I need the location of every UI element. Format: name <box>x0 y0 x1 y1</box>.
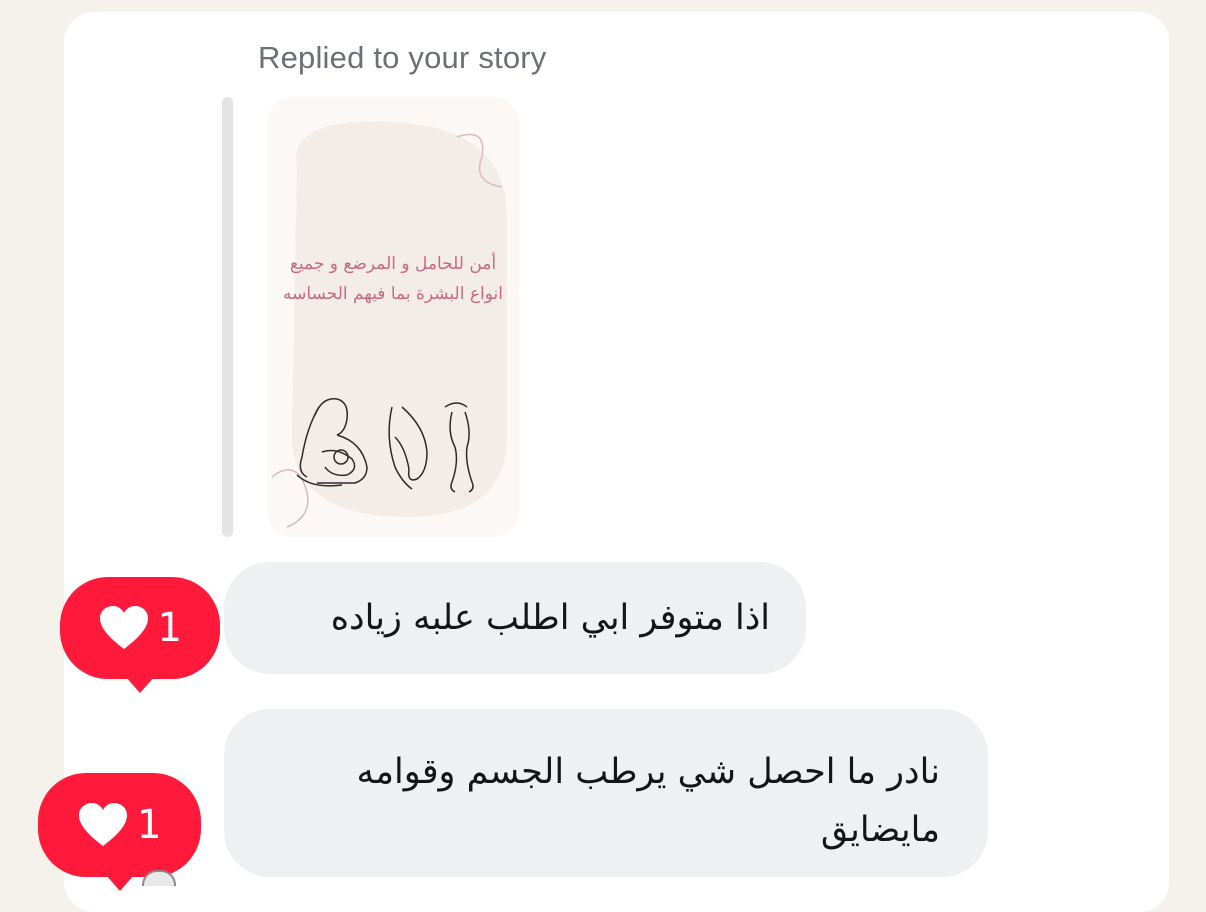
heart-icon <box>79 803 128 846</box>
heart-icon <box>99 606 148 649</box>
message-bubble[interactable]: اذا متوفر ابي اطلب علبه زياده <box>224 562 806 674</box>
story-caption: أمن للحامل و المرضع و جميع انواع البشرة … <box>267 249 519 309</box>
reaction-count: 1 <box>136 802 161 848</box>
message-text: نادر ما احصل شي يرطب الجسم وقوامه مايضاي… <box>356 752 941 850</box>
replied-to-story-label: Replied to your story <box>258 40 547 75</box>
story-caption-line: أمن للحامل و المرضع و جميع <box>289 254 497 274</box>
story-artwork <box>271 121 507 528</box>
story-thumbnail[interactable]: أمن للحامل و المرضع و جميع انواع البشرة … <box>267 97 519 537</box>
message-text: اذا متوفر ابي اطلب علبه زياده <box>330 598 770 638</box>
heart-reaction-badge[interactable]: 1 <box>38 773 201 891</box>
reply-indicator-bar <box>222 97 233 537</box>
heart-reaction-badge[interactable]: 1 <box>60 577 220 693</box>
story-caption-line: انواع البشرة بما فيهم الحساسه <box>283 284 503 304</box>
reaction-count: 1 <box>156 605 182 651</box>
message-bubble[interactable]: نادر ما احصل شي يرطب الجسم وقوامه مايضاي… <box>224 709 988 877</box>
